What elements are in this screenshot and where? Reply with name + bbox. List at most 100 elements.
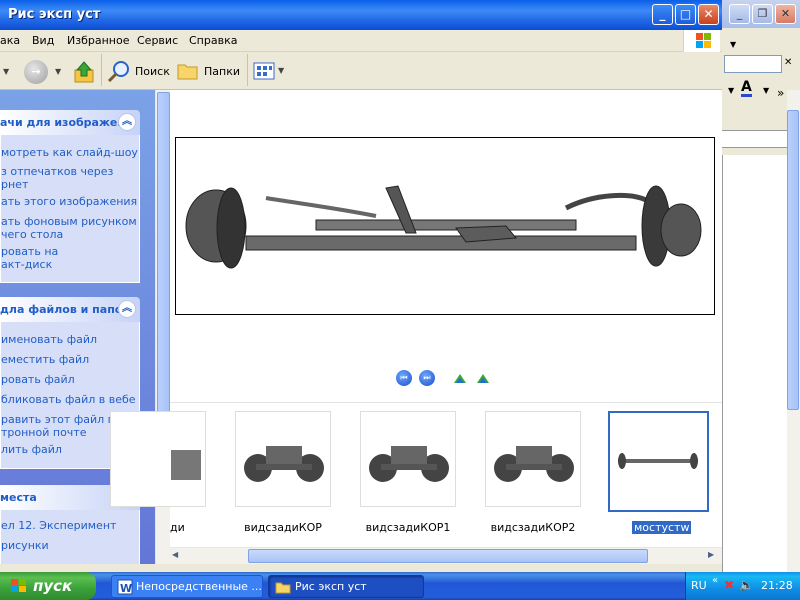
word-close-doc-icon[interactable]: ✕ — [784, 57, 792, 68]
folder-icon — [275, 582, 291, 594]
windows-logo-icon — [683, 30, 720, 52]
task-link-delete[interactable]: лить файл — [1, 443, 62, 456]
word-icon: W — [117, 579, 133, 595]
scroll-left-icon[interactable]: ◀ — [172, 550, 184, 562]
previous-image-icon[interactable]: ⏮ — [396, 370, 412, 386]
views-dropdown-icon: ▼ — [278, 66, 285, 75]
expand-tray-icon[interactable]: « — [712, 575, 718, 586]
language-indicator[interactable]: RU — [691, 579, 707, 592]
clock: 21:28 — [761, 579, 793, 592]
windows-logo-icon — [11, 579, 26, 592]
places-panel: ел 12. Эксперимент рисунки — [0, 510, 140, 572]
word-ruler — [722, 130, 787, 148]
word-dropdown-icon[interactable]: ▼ — [728, 86, 734, 95]
thumbnail[interactable] — [485, 411, 581, 507]
menu-item-favorites[interactable]: Избранное — [67, 34, 129, 47]
folders-button[interactable]: Папки — [177, 58, 240, 84]
task-link-print-online[interactable]: з отпечатков через рнет — [1, 165, 113, 191]
start-button[interactable]: пуск — [0, 572, 96, 600]
font-color-icon[interactable]: A — [741, 80, 752, 97]
word-close-button[interactable]: ✕ — [775, 4, 796, 24]
taskbar-button-label: Непосредственные ... — [136, 580, 262, 593]
taskbar-button-word[interactable]: W Непосредственные ... — [111, 575, 263, 598]
minimize-button[interactable]: _ — [652, 4, 673, 25]
word-vertical-scrollbar[interactable] — [787, 90, 800, 572]
task-link-rename[interactable]: именовать файл — [1, 333, 97, 346]
task-link-print[interactable]: ать этого изображения — [1, 195, 137, 208]
place-link-section12[interactable]: ел 12. Эксперимент — [1, 519, 116, 532]
start-label: пуск — [33, 577, 73, 595]
word-title-bar[interactable]: _ ❐ ✕ — [722, 0, 800, 28]
task-link-email[interactable]: равить этот файл по тронной почте — [1, 413, 122, 439]
maximize-button[interactable]: □ — [675, 4, 696, 25]
filmstrip: ди видсзадиКОР видсзадиКОР1 видсзадиКОР2… — [110, 402, 722, 547]
views-button[interactable]: ▼ — [253, 61, 287, 83]
scrollbar-thumb[interactable] — [248, 549, 648, 563]
scrollbar-thumb[interactable] — [787, 110, 799, 410]
back-dropdown-icon[interactable]: ▼ — [3, 67, 9, 76]
volume-icon[interactable]: 🔈 — [739, 578, 754, 592]
menu-item-tools[interactable]: Сервис — [137, 34, 178, 47]
thumbnail[interactable] — [235, 411, 331, 507]
rotate-clockwise-icon[interactable] — [452, 370, 468, 386]
word-restore-button[interactable]: ❐ — [752, 4, 773, 24]
window-title: Рис эксп уст — [8, 7, 101, 22]
place-link-pictures[interactable]: рисунки — [1, 539, 49, 552]
word-document-page[interactable] — [722, 155, 787, 572]
collapse-chevron-icon[interactable]: ︽ — [118, 300, 136, 318]
image-tasks-header[interactable]: ачи для изображени ︽ — [0, 110, 140, 135]
menu-bar: ака Вид Избранное Сервис Справка — [0, 30, 722, 52]
task-link-publish[interactable]: бликовать файл в вебе — [1, 393, 136, 406]
task-link-slideshow[interactable]: мотреть как слайд-шоу — [1, 146, 138, 159]
toolbar-more-icon[interactable]: » — [777, 86, 784, 100]
task-link-copy[interactable]: ровать файл — [1, 373, 75, 386]
folders-label: Папки — [204, 65, 240, 78]
svg-text:W: W — [120, 582, 132, 595]
thumbnail-label: видсзадиКОР2 — [490, 521, 576, 534]
forward-dropdown-icon[interactable]: ▼ — [55, 67, 61, 76]
task-link-move[interactable]: еместить файл — [1, 353, 89, 366]
font-color-dropdown-icon[interactable]: ▼ — [763, 86, 769, 95]
thumbnail-label: мостустw — [632, 521, 692, 534]
title-bar[interactable]: Рис эксп уст _ □ ✕ — [0, 0, 722, 30]
filmstrip-scrollbar[interactable]: ◀ ▶ — [170, 547, 722, 564]
file-tasks-header[interactable]: дла файлов и папок ︽ — [0, 297, 140, 322]
close-button[interactable]: ✕ — [698, 4, 719, 25]
word-minimize-button[interactable]: _ — [729, 4, 750, 24]
menu-item-help[interactable]: Справка — [189, 34, 237, 47]
task-link-copy-cd[interactable]: ровать на акт-диск — [1, 245, 58, 271]
search-button[interactable]: Поиск — [107, 58, 170, 84]
menu-item-edit[interactable]: ака — [0, 34, 20, 47]
up-folder-icon[interactable] — [72, 60, 96, 84]
task-link-set-wallpaper[interactable]: ать фоновым рисунком чего стола — [1, 215, 137, 241]
word-dropdown-icon[interactable]: ▼ — [730, 40, 736, 49]
image-tasks-panel: мотреть как слайд-шоу з отпечатков через… — [0, 135, 140, 283]
thumbnail[interactable] — [608, 411, 709, 512]
thumbnail-label: ди — [170, 521, 185, 534]
next-image-icon[interactable]: ⏭ — [419, 370, 435, 386]
search-icon — [107, 61, 129, 82]
taskbar-button-explorer[interactable]: Рис эксп уст — [268, 575, 424, 598]
file-tasks-title: дла файлов и папок — [0, 303, 130, 316]
search-label: Поиск — [135, 65, 170, 78]
forward-icon[interactable]: → — [24, 60, 48, 84]
explorer-window: Рис эксп уст _ □ ✕ ака Вид Избранное Сер… — [0, 0, 722, 572]
views-icon — [253, 62, 275, 80]
system-tray: RU « ✖ 🔈 21:28 — [685, 572, 800, 600]
taskbar: пуск W Непосредственные ... Рис эксп уст… — [0, 572, 800, 600]
toolbar-separator — [247, 54, 248, 86]
collapse-chevron-icon[interactable]: ︽ — [118, 113, 136, 131]
word-style-box[interactable] — [724, 55, 782, 73]
image-preview — [175, 137, 715, 315]
thumbnail[interactable] — [360, 411, 456, 507]
status-bar — [0, 564, 722, 572]
menu-item-view[interactable]: Вид — [32, 34, 54, 47]
scroll-right-icon[interactable]: ▶ — [708, 550, 720, 562]
places-title: места — [0, 491, 37, 504]
thumbnail[interactable] — [110, 411, 206, 507]
rotate-counterclockwise-icon[interactable] — [475, 370, 491, 386]
network-status-icon[interactable]: ✖ — [724, 578, 738, 592]
toolbar-separator — [101, 54, 102, 86]
taskbar-button-label: Рис эксп уст — [295, 580, 367, 593]
toolbar: ▼ → ▼ Поиск Папки ▼ — [0, 52, 722, 90]
